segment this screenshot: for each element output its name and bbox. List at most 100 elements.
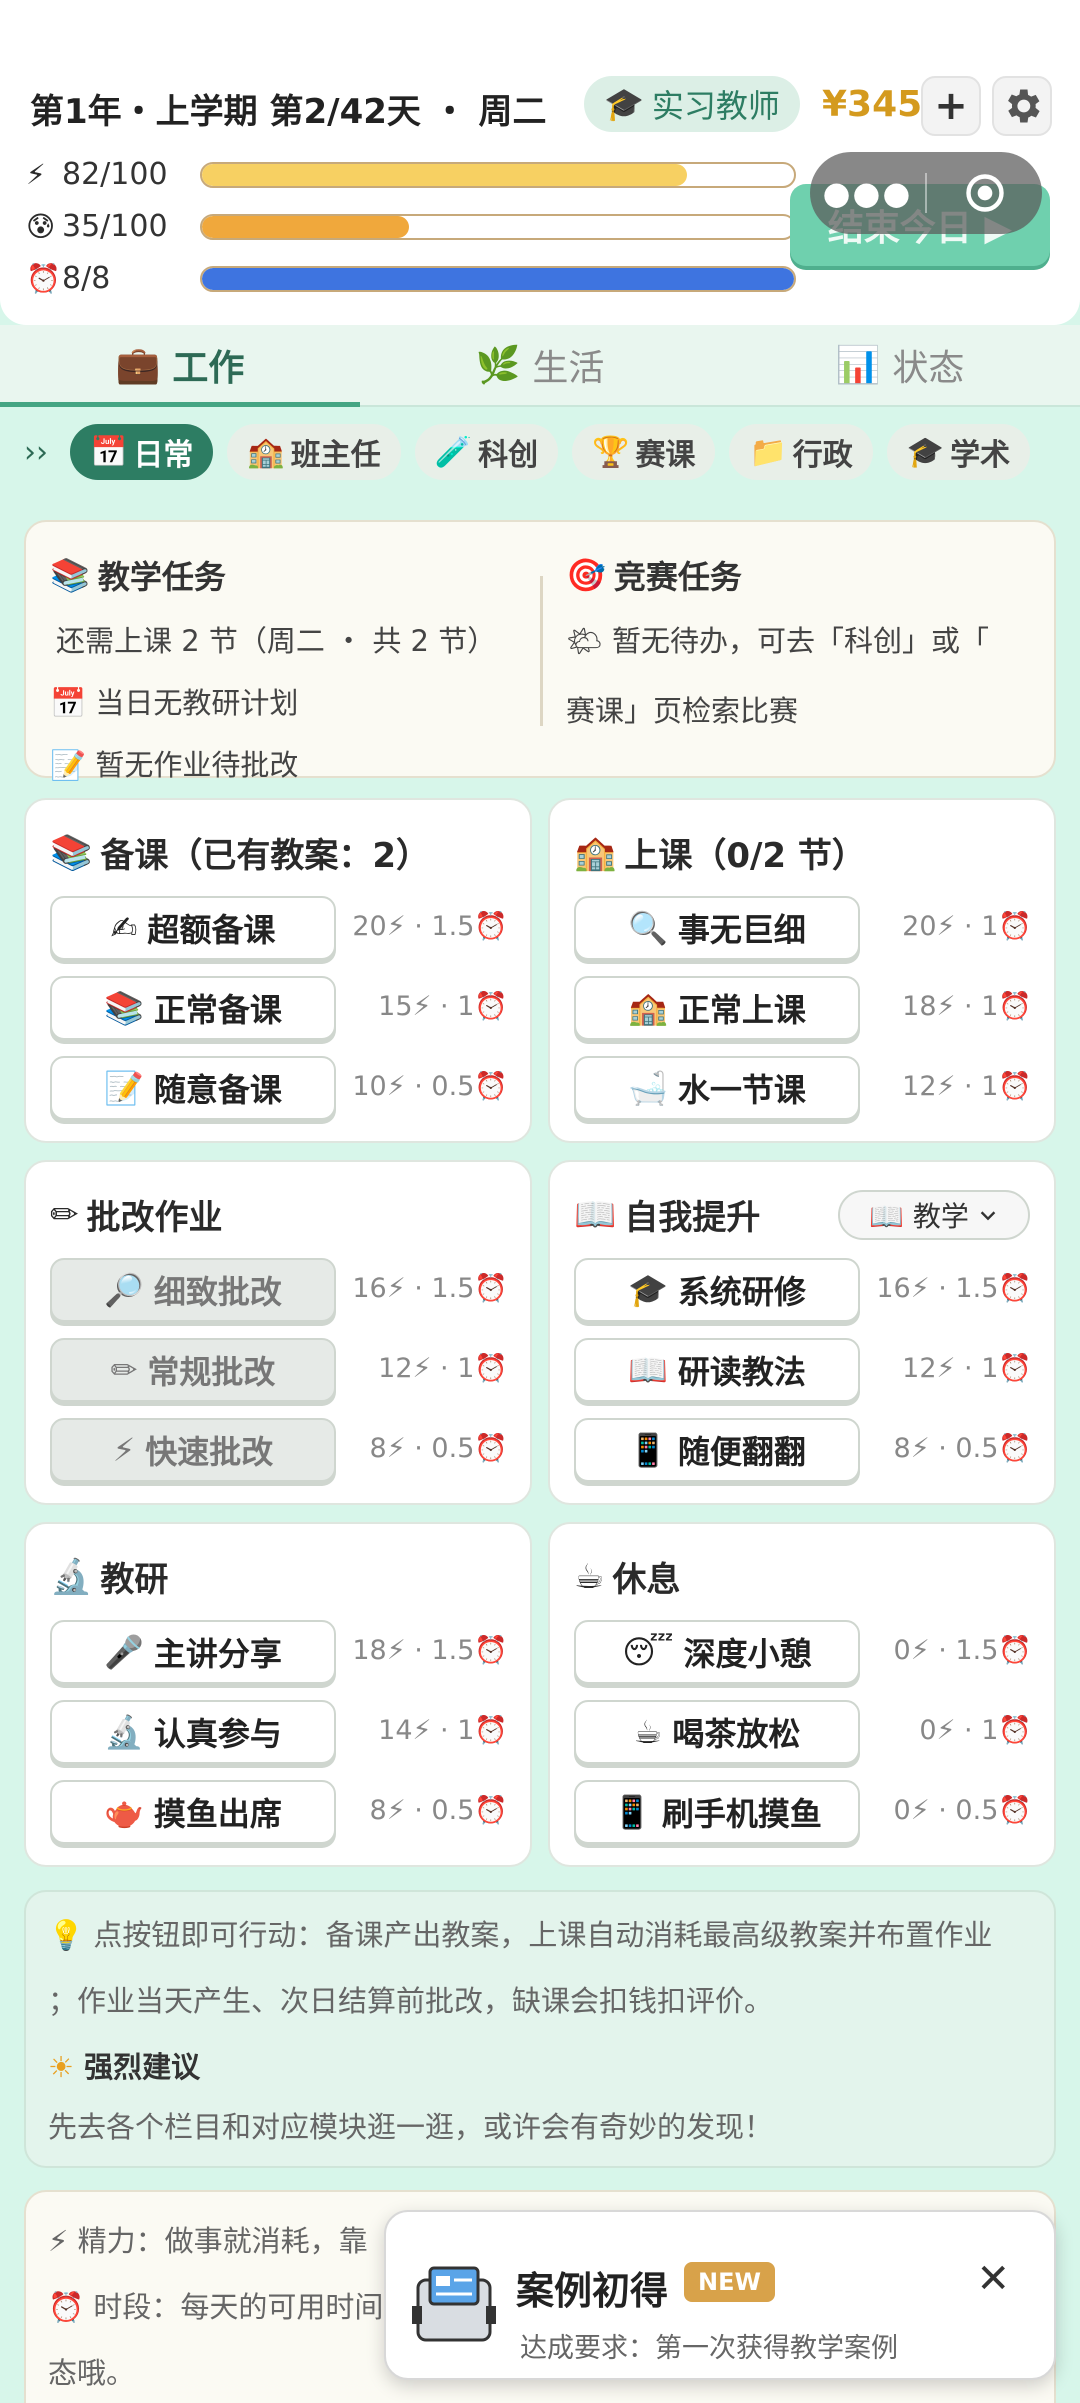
cost-label: 18⚡ · 1⏰ — [902, 991, 1032, 1022]
phone-icon: 📱 — [612, 1793, 652, 1831]
add-money-button[interactable]: + — [921, 76, 981, 136]
focus-dropdown[interactable]: 📖 教学 — [838, 1190, 1030, 1240]
button-label: 水一节课 — [677, 1071, 806, 1109]
cost-label: 16⚡ · 1.5⏰ — [876, 1273, 1032, 1304]
folder-icon: 📁 — [749, 434, 787, 470]
slack-class-button[interactable]: 🛁 水一节课 — [574, 1056, 860, 1120]
chip-label: 行政 — [792, 438, 853, 473]
extra-prep-button[interactable]: ✍ 超额备课 — [50, 896, 336, 960]
info-time-line: ⏰ 时段：每天的可用时间 — [48, 2290, 384, 2324]
cost-label: 0⚡ · 1.5⏰ — [893, 1635, 1032, 1666]
casual-browse-button[interactable]: 📱 随便翻翻 — [574, 1418, 860, 1482]
button-label: 随意备课 — [153, 1071, 282, 1109]
time-bar-fill — [202, 268, 794, 290]
energy-bar — [200, 162, 796, 188]
pencil-icon: ✏ — [110, 1351, 138, 1389]
role-badge: 🎓 实习教师 — [584, 76, 800, 132]
lead-sharing-button[interactable]: 🎤 主讲分享 — [50, 1620, 336, 1684]
tips-panel: 💡 点按钮即可行动：备课产出教案，上课自动消耗最高级教案并布置作业 ；作业当天产… — [24, 1890, 1056, 2168]
regular-grading-button[interactable]: ✏ 常规批改 — [50, 1338, 336, 1402]
achievement-toast: 案例初得 NEW 达成要求：第一次获得教学案例 ✕ — [384, 2210, 1056, 2380]
teapot-icon: 🫖 — [104, 1793, 144, 1831]
cost-label: 10⚡ · 0.5⏰ — [352, 1071, 508, 1102]
cost-label: 20⚡ · 1⏰ — [902, 911, 1032, 942]
button-label: 事无巨细 — [677, 911, 806, 949]
button-label: 快速批改 — [145, 1433, 274, 1471]
stress-stat: 😰 35/100 — [26, 206, 796, 246]
settings-button[interactable] — [992, 76, 1052, 136]
card-title: 备课（已有教案：2） — [100, 836, 431, 876]
chip-head-teacher[interactable]: 🏫 班主任 — [227, 424, 401, 480]
calendar-icon: 📅 — [50, 686, 87, 720]
chip-academic[interactable]: 🎓 学术 — [886, 424, 1031, 480]
school-icon: 🏫 — [574, 832, 617, 873]
stress-bar — [200, 214, 796, 240]
chip-contest[interactable]: 🏆 赛课 — [572, 424, 716, 480]
cost-label: 14⚡ · 1⏰ — [378, 1715, 508, 1746]
close-icon[interactable]: ✕ — [976, 2256, 1010, 2302]
chip-admin[interactable]: 📁 行政 — [729, 424, 873, 480]
chip-daily[interactable]: 📅 日常 — [70, 424, 214, 480]
active-participation-button[interactable]: 🔬 认真参与 — [50, 1700, 336, 1764]
teaching-line-classes: 还需上课 2 节（周二 ・ 共 2 节） — [56, 624, 497, 658]
cost-label: 8⚡ · 0.5⏰ — [369, 1795, 508, 1826]
microscope-icon: 🔬 — [50, 1556, 93, 1597]
energy-value: 82/100 — [62, 156, 168, 192]
card-teaching-research: 🔬 教研 🎤 主讲分享 18⚡ · 1.5⏰ 🔬 认真参与 14⚡ · 1⏰ 🫖 摸鱼出… — [24, 1522, 532, 1867]
test-tube-icon: 🧪 — [434, 434, 473, 470]
cost-label: 12⚡ · 1⏰ — [378, 1353, 508, 1384]
teaching-task-title: 教学任务 — [97, 558, 226, 596]
cost-label: 12⚡ · 1⏰ — [902, 1071, 1032, 1102]
tea-relax-button[interactable]: ☕ 喝茶放松 — [574, 1700, 860, 1764]
chip-label: 日常 — [133, 438, 194, 473]
careful-grading-button[interactable]: 🔎 细致批改 — [50, 1258, 336, 1322]
tab-status[interactable]: 📊 状态 — [720, 325, 1080, 405]
close-target-icon[interactable] — [927, 171, 1042, 215]
study-methods-button[interactable]: 📖 研读教法 — [574, 1338, 860, 1402]
chips-scroll-arrow[interactable]: ›› — [24, 435, 56, 470]
phone-slack-button[interactable]: 📱 刷手机摸鱼 — [574, 1780, 860, 1844]
contest-line-2: 赛课」页检索比赛 — [566, 694, 799, 728]
energy-stat: ⚡ 82/100 — [26, 154, 796, 194]
deep-nap-button[interactable]: 😴 深度小憩 — [574, 1620, 860, 1684]
thorough-class-button[interactable]: 🔍 事无巨细 — [574, 896, 860, 960]
chip-label: 班主任 — [290, 438, 381, 473]
new-badge: NEW — [684, 2262, 775, 2302]
cost-label: 20⚡ · 1.5⏰ — [352, 911, 508, 942]
time-bar — [200, 266, 796, 292]
button-label: 系统研修 — [677, 1273, 806, 1311]
more-dots-icon[interactable]: ●●● — [810, 174, 925, 212]
button-label: 摸鱼出席 — [153, 1795, 282, 1833]
tip-line-1: 点按钮即可行动：备课产出教案，上课自动消耗最高级教案并布置作业 — [93, 1918, 993, 1952]
bar-chart-icon: 📊 — [835, 345, 881, 386]
card-lesson-prep: 📚 备课（已有教案：2） ✍ 超额备课 20⚡ · 1.5⏰ 📚 正常备课 15⚡ ·… — [24, 798, 532, 1143]
tab-life[interactable]: 🌿 生活 — [360, 325, 720, 405]
chip-science[interactable]: 🧪 科创 — [414, 424, 559, 480]
casual-prep-button[interactable]: 📝 随意备课 — [50, 1056, 336, 1120]
tab-work[interactable]: 💼 工作 — [0, 325, 360, 407]
sleeping-face-icon: 😴 — [622, 1633, 674, 1671]
teaching-line-homework: 暂无作业待批改 — [95, 748, 299, 782]
magnifier-icon: 🔍 — [628, 909, 668, 947]
briefcase-icon: 💼 — [115, 345, 161, 386]
books-icon: 📚 — [104, 989, 144, 1027]
normal-prep-button[interactable]: 📚 正常备课 — [50, 976, 336, 1040]
quick-grading-button[interactable]: ⚡ 快速批改 — [50, 1418, 336, 1482]
target-icon: 🎯 — [566, 556, 606, 594]
normal-class-button[interactable]: 🏫 正常上课 — [574, 976, 860, 1040]
cost-label: 12⚡ · 1⏰ — [902, 1353, 1032, 1384]
button-label: 研读教法 — [677, 1353, 806, 1391]
cost-label: 8⚡ · 0.5⏰ — [893, 1433, 1032, 1464]
lightning-icon: ⚡ — [112, 1431, 136, 1469]
card-title: 教研 — [100, 1560, 169, 1600]
slack-attendance-button[interactable]: 🫖 摸鱼出席 — [50, 1780, 336, 1844]
toast-title: 案例初得 — [516, 2269, 669, 2313]
systematic-study-button[interactable]: 🎓 系统研修 — [574, 1258, 860, 1322]
contest-tasks: 🎯 竞赛任务 🌤 暂无待办，可去「科创」或「 赛课」页检索比赛 — [566, 552, 1046, 730]
top-status-header: 第1年・上学期 第2/42天 ・ 周二 🎓 实习教师 ¥345 + ⚡ 82/1… — [0, 0, 1080, 325]
sun-icon: ☀ — [48, 2050, 74, 2084]
chevron-down-icon — [980, 1211, 996, 1221]
energy-bar-fill — [202, 164, 688, 186]
calendar-icon: 📅 — [90, 434, 128, 470]
alarm-clock-icon: ⏰ — [26, 261, 61, 295]
